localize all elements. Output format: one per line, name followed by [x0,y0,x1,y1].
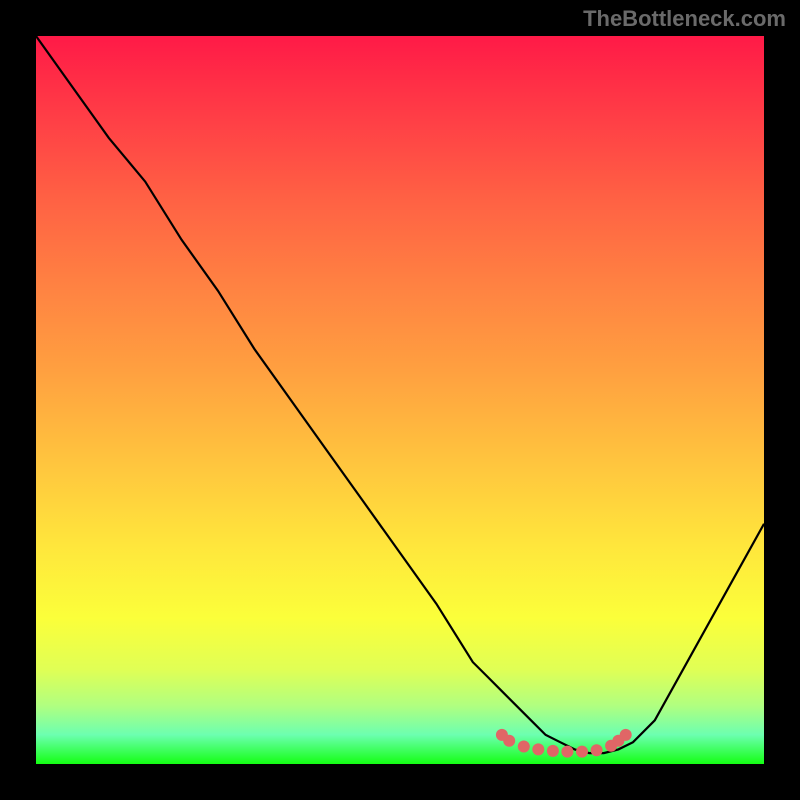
marker-dot [532,743,544,755]
marker-dot [576,746,588,758]
chart-svg [36,36,764,764]
marker-dot [518,741,530,753]
plot-area [36,36,764,764]
main-curve [36,36,764,753]
marker-dot [561,746,573,758]
marker-dot [503,735,515,747]
marker-dot [547,745,559,757]
watermark-text: TheBottleneck.com [583,6,786,32]
marker-dot [591,744,603,756]
marker-dot [620,729,632,741]
